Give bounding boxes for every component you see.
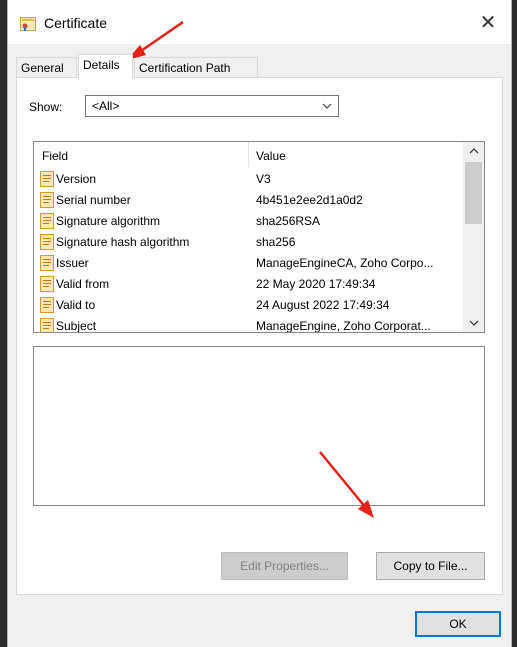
- list-item[interactable]: Valid to 24 August 2022 17:49:34: [34, 295, 463, 315]
- certificate-field-icon: [40, 276, 54, 292]
- certificate-dialog: Certificate ✕ General Details Certificat…: [7, 0, 512, 647]
- vertical-scrollbar[interactable]: [463, 142, 484, 332]
- certificate-field-icon: [40, 255, 54, 271]
- field-value: 22 May 2020 17:49:34: [256, 277, 376, 291]
- field-value: 4b451e2ee2d1a0d2: [256, 193, 363, 207]
- value-detail-textbox[interactable]: [33, 346, 485, 506]
- list-item[interactable]: Signature algorithm sha256RSA: [34, 211, 463, 231]
- tab-certification-path-label: Certification Path: [139, 61, 231, 75]
- column-header-field[interactable]: Field: [42, 149, 68, 163]
- certificate-field-icon: [40, 318, 54, 332]
- list-header: Field Value: [34, 142, 463, 167]
- certificate-field-icon: [40, 171, 54, 187]
- scroll-thumb[interactable]: [465, 162, 482, 224]
- field-value: sha256: [256, 235, 296, 249]
- certificate-field-icon: [40, 234, 54, 250]
- list-item[interactable]: Valid from 22 May 2020 17:49:34: [34, 274, 463, 294]
- field-name: Valid to: [56, 298, 96, 312]
- close-button[interactable]: ✕: [465, 0, 511, 44]
- tab-general[interactable]: General: [16, 57, 77, 77]
- chevron-down-icon: [469, 316, 479, 330]
- field-name: Signature algorithm: [56, 214, 161, 228]
- list-item[interactable]: Signature hash algorithm sha256: [34, 232, 463, 252]
- tab-general-label: General: [21, 61, 64, 75]
- edit-properties-label: Edit Properties...: [240, 559, 329, 573]
- list-item[interactable]: Version V3: [34, 169, 463, 189]
- column-header-value[interactable]: Value: [256, 149, 286, 163]
- field-value: sha256RSA: [256, 214, 321, 228]
- field-value: 24 August 2022 17:49:34: [256, 298, 390, 312]
- copy-to-file-button[interactable]: Copy to File...: [376, 552, 485, 580]
- chevron-up-icon: [469, 144, 479, 158]
- list-item[interactable]: Serial number 4b451e2ee2d1a0d2: [34, 190, 463, 210]
- field-value: V3: [256, 172, 271, 186]
- column-divider[interactable]: [248, 142, 249, 167]
- tab-certification-path[interactable]: Certification Path: [134, 57, 258, 77]
- close-icon: ✕: [479, 11, 497, 34]
- list-item[interactable]: Subject ManageEngine, Zoho Corporat...: [34, 316, 463, 333]
- show-dropdown-value: <All>: [92, 99, 120, 113]
- copy-to-file-label: Copy to File...: [393, 559, 468, 573]
- certificate-field-icon: [40, 192, 54, 208]
- field-name: Signature hash algorithm: [56, 235, 190, 249]
- ok-label: OK: [449, 617, 467, 631]
- field-value: ManageEngine, Zoho Corporat...: [256, 319, 431, 333]
- fields-list[interactable]: Field Value Version V3 Serial number 4b4…: [33, 141, 485, 333]
- field-name: Subject: [56, 319, 97, 333]
- scroll-up-button[interactable]: [463, 142, 484, 160]
- chevron-down-icon: [322, 100, 332, 110]
- field-name: Valid from: [56, 277, 110, 291]
- edit-properties-button[interactable]: Edit Properties...: [221, 552, 348, 580]
- certificate-field-icon: [40, 213, 54, 229]
- field-value: ManageEngineCA, Zoho Corpo...: [256, 256, 434, 270]
- ok-button[interactable]: OK: [415, 611, 501, 637]
- show-dropdown[interactable]: <All>: [85, 95, 339, 117]
- window-title: Certificate: [44, 15, 108, 31]
- tab-details-label: Details: [83, 58, 120, 72]
- scroll-down-button[interactable]: [463, 314, 484, 332]
- dialog-body: General Details Certification Path Show:…: [8, 44, 511, 647]
- field-name: Version: [56, 172, 97, 186]
- tab-details[interactable]: Details: [78, 54, 133, 79]
- title-bar: Certificate ✕: [8, 0, 511, 44]
- field-name: Serial number: [56, 193, 131, 207]
- show-label: Show:: [29, 100, 63, 114]
- certificate-icon: [20, 16, 36, 32]
- list-item[interactable]: Issuer ManageEngineCA, Zoho Corpo...: [34, 253, 463, 273]
- certificate-field-icon: [40, 297, 54, 313]
- details-panel: Show: <All> Field Value Version V3 Seria…: [16, 77, 503, 595]
- field-name: Issuer: [56, 256, 89, 270]
